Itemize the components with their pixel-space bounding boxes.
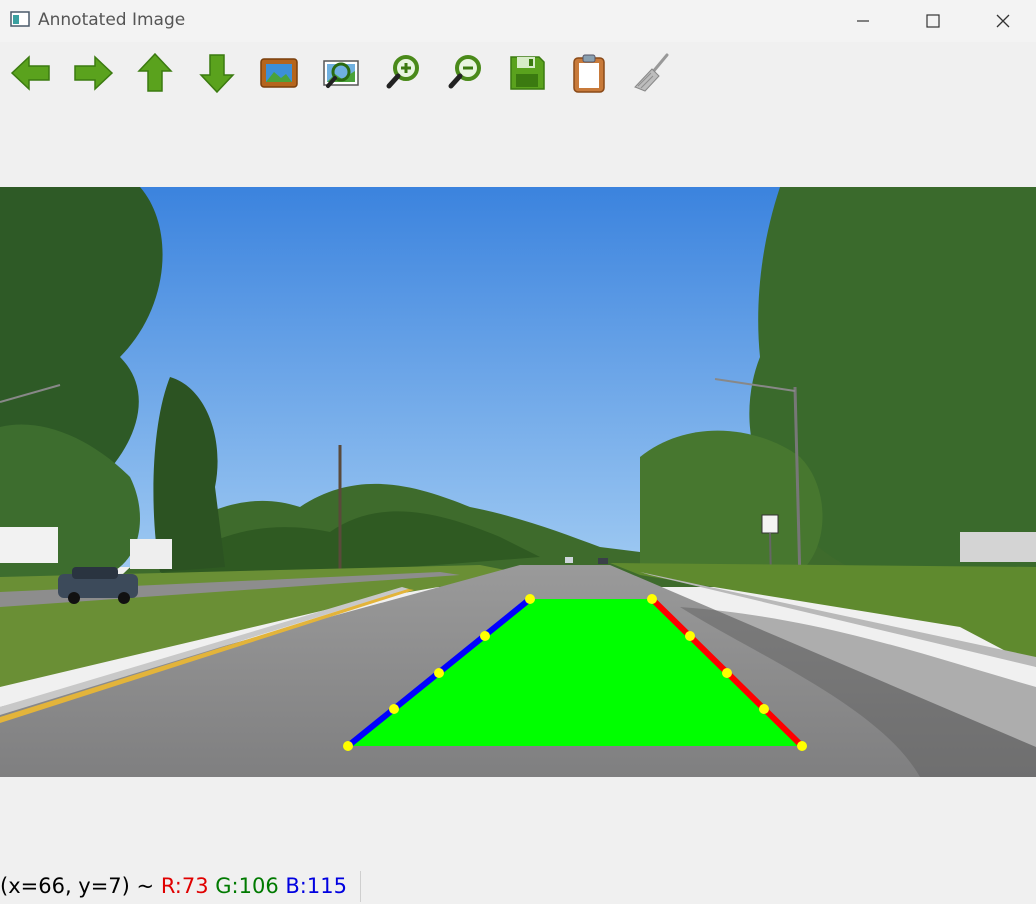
vertex-point[interactable] [722, 668, 732, 678]
minimize-button[interactable] [832, 0, 894, 42]
status-bar: (x=66, y=7) ~ R:73 G:106 B:115 [0, 870, 347, 902]
vertex-point[interactable] [797, 741, 807, 751]
blue-value: B:115 [285, 874, 347, 898]
arrow-down-icon [199, 54, 235, 94]
broom-icon [634, 53, 669, 92]
close-button[interactable] [972, 0, 1034, 42]
zoom-image-icon [323, 60, 359, 88]
cursor-coords: (x=66, y=7) ~ [0, 874, 155, 898]
vertex-point[interactable] [389, 704, 399, 714]
vertex-point[interactable] [759, 704, 769, 714]
zoom-out-button[interactable] [440, 48, 490, 98]
zoom-in-icon [386, 55, 419, 89]
maximize-button[interactable] [902, 0, 964, 42]
zoom-out-icon [448, 55, 481, 89]
maximize-icon [926, 14, 940, 28]
copy-to-clipboard-button[interactable] [564, 48, 614, 98]
title-bar: Annotated Image [0, 0, 1036, 42]
arrow-up-icon [137, 52, 173, 92]
vertex-point[interactable] [525, 594, 535, 604]
toolbar [0, 44, 1036, 104]
forward-button[interactable] [68, 48, 118, 98]
zoom-in-button[interactable] [378, 48, 428, 98]
vertex-point[interactable] [647, 594, 657, 604]
status-separator [360, 871, 361, 902]
down-button[interactable] [192, 48, 242, 98]
vertex-point[interactable] [685, 631, 695, 641]
picture-frame-icon [260, 58, 298, 88]
window-title: Annotated Image [38, 10, 186, 30]
minimize-icon [857, 20, 869, 22]
app-icon [10, 11, 30, 27]
back-button[interactable] [6, 48, 56, 98]
up-button[interactable] [130, 48, 180, 98]
vertex-point[interactable] [480, 631, 490, 641]
floppy-disk-icon [510, 56, 545, 90]
vertex-point[interactable] [343, 741, 353, 751]
arrow-left-icon [10, 55, 50, 91]
close-icon [996, 14, 1010, 28]
zoom-area-button[interactable] [316, 48, 366, 98]
image-canvas[interactable] [0, 187, 1036, 777]
green-value: G:106 [215, 874, 279, 898]
arrow-right-icon [74, 55, 114, 91]
lane-area-polygon [348, 599, 802, 746]
lane-annotation [343, 594, 807, 751]
clipboard-icon [573, 54, 605, 93]
clear-button[interactable] [626, 48, 676, 98]
red-value: R:73 [160, 874, 209, 898]
vertex-point[interactable] [434, 668, 444, 678]
fit-to-window-button[interactable] [254, 48, 304, 98]
save-button[interactable] [502, 48, 552, 98]
